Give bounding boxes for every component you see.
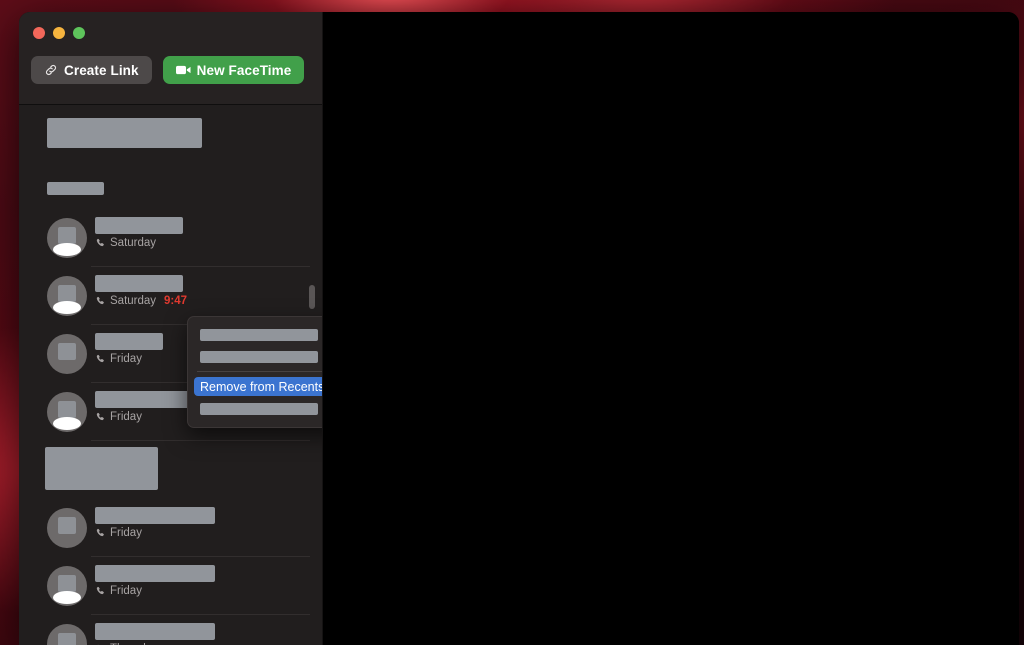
search-input[interactable] (47, 118, 202, 148)
menu-item-remove-from-recents[interactable]: Remove from Recents (194, 377, 322, 396)
list-banner (45, 447, 158, 490)
menu-separator (197, 371, 322, 372)
list-item[interactable]: Saturday (19, 209, 322, 267)
phone-icon (95, 354, 105, 364)
row-divider (91, 440, 310, 441)
avatar (47, 276, 87, 316)
phone-icon (95, 412, 105, 422)
new-facetime-label: New FaceTime (196, 62, 292, 78)
call-day: Saturday (110, 295, 157, 307)
maximize-window-button[interactable] (73, 27, 85, 39)
list-item[interactable]: Thursday (19, 615, 322, 645)
avatar-redaction (58, 633, 76, 645)
avatar-person-icon (53, 301, 81, 314)
contact-name (95, 391, 198, 408)
call-meta: Friday (95, 527, 142, 539)
call-day: Friday (110, 353, 142, 365)
avatar-person-icon (53, 591, 81, 604)
contact-name (95, 275, 183, 292)
phone-icon (95, 238, 105, 248)
list-item[interactable]: Friday (19, 557, 322, 615)
call-meta: Saturday (95, 237, 156, 249)
create-link-button[interactable]: Create Link (31, 56, 152, 84)
main-video-pane[interactable] (322, 12, 1019, 645)
minimize-window-button[interactable] (53, 27, 65, 39)
menu-item-label: Remove from Recents (200, 379, 322, 394)
phone-icon (95, 296, 105, 306)
avatar-person-icon (53, 243, 81, 256)
video-camera-icon (175, 64, 191, 76)
avatar-redaction (58, 575, 76, 592)
contact-name (95, 333, 163, 350)
missed-call-time: 9:47 (164, 295, 188, 307)
call-meta: Saturday (95, 295, 156, 307)
avatar-redaction (58, 517, 76, 534)
avatar (47, 392, 87, 432)
avatar-redaction (58, 343, 76, 360)
avatar (47, 218, 87, 258)
call-day: Friday (110, 411, 142, 423)
list-item[interactable]: Friday (19, 499, 322, 557)
contact-name (95, 565, 215, 582)
menu-item[interactable] (194, 325, 322, 344)
menu-item-redaction (200, 350, 318, 363)
avatar (47, 566, 87, 606)
sidebar: Create Link New FaceTime Saturday Saturd… (19, 12, 323, 645)
call-meta: Friday (95, 353, 142, 365)
contact-name (95, 507, 215, 524)
avatar-redaction (58, 285, 76, 302)
menu-item-redaction (200, 328, 318, 341)
avatar (47, 624, 87, 645)
call-day: Saturday (110, 237, 157, 249)
new-facetime-button[interactable]: New FaceTime (162, 56, 305, 84)
close-window-button[interactable] (33, 27, 45, 39)
phone-icon (95, 528, 105, 538)
link-icon (44, 63, 58, 77)
call-meta: Friday (95, 411, 142, 423)
avatar (47, 334, 87, 374)
avatar-redaction (58, 227, 76, 244)
sidebar-scrollbar[interactable] (309, 285, 315, 309)
toolbar: Create Link New FaceTime (31, 56, 305, 84)
avatar (47, 508, 87, 548)
section-header-recents (47, 182, 104, 195)
context-menu[interactable]: Remove from Recents (187, 316, 322, 428)
contact-name (95, 623, 215, 640)
contact-name (95, 217, 183, 234)
traffic-lights (33, 27, 85, 39)
facetime-window: Create Link New FaceTime Saturday Saturd… (19, 12, 1019, 645)
avatar-redaction (58, 401, 76, 418)
menu-item[interactable] (194, 399, 322, 418)
phone-icon (95, 586, 105, 596)
avatar-person-icon (53, 417, 81, 430)
call-meta: Friday (95, 585, 142, 597)
window-titlebar[interactable]: Create Link New FaceTime (19, 12, 322, 105)
call-day: Friday (110, 585, 142, 597)
create-link-label: Create Link (64, 62, 139, 78)
call-day: Friday (110, 527, 142, 539)
menu-item[interactable] (194, 347, 322, 366)
recents-list[interactable]: Saturday Saturday Friday Friday Friday Friday… (19, 105, 322, 645)
menu-item-redaction (200, 402, 318, 415)
